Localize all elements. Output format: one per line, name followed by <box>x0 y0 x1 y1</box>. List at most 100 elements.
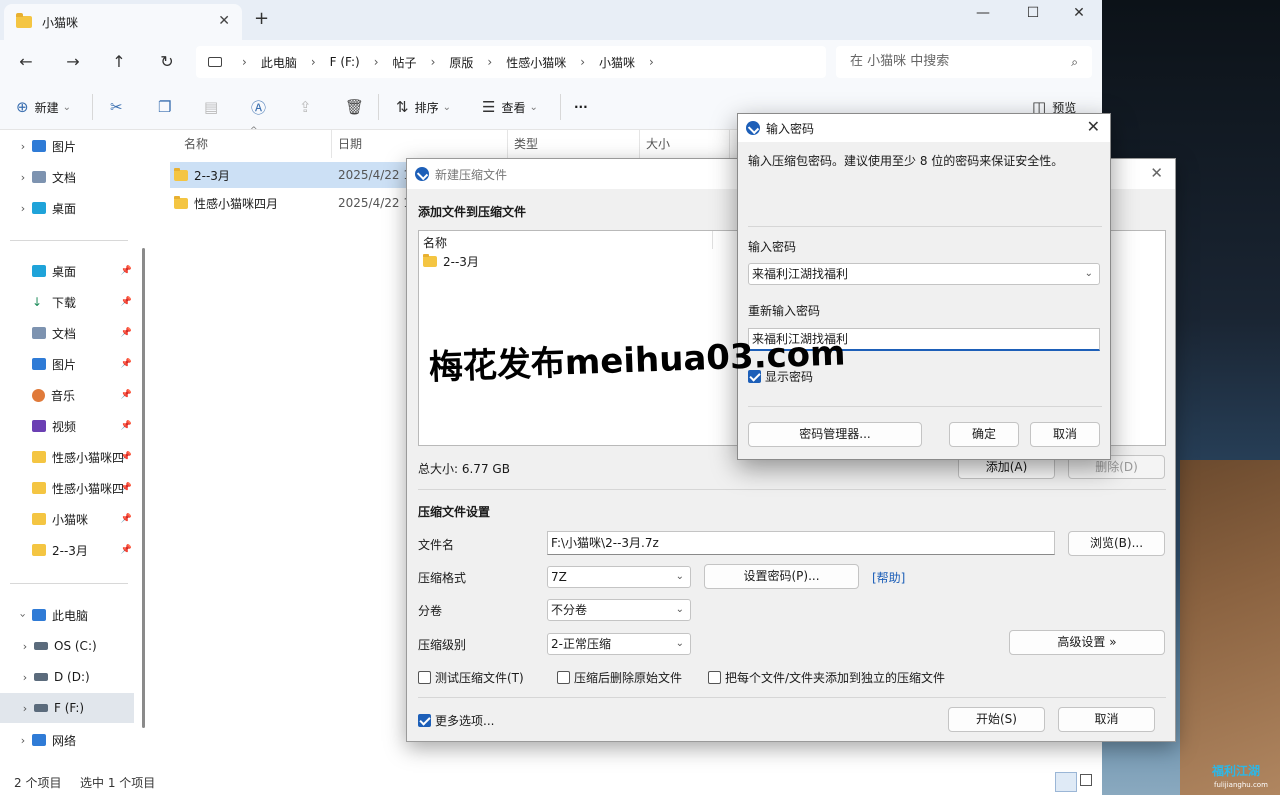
details-view-button[interactable] <box>1055 772 1077 792</box>
advanced-settings-button[interactable]: 高级设置 » <box>1009 630 1165 655</box>
breadcrumb-sexy-kitten[interactable]: 性感小猫咪 <box>506 54 566 71</box>
new-tab-button[interactable]: + <box>254 8 269 29</box>
address-bar[interactable]: › 此电脑 › F (F:) › 帖子 › 原版 › 性感小猫咪 › 小猫咪 › <box>196 46 826 78</box>
breadcrumb-posts[interactable]: 帖子 <box>393 54 417 71</box>
sidebar-item-desktop[interactable]: › 桌面 <box>0 193 140 223</box>
copy-button[interactable]: ❐ <box>158 96 177 118</box>
chevron-right-icon[interactable]: › <box>14 734 32 747</box>
level-select[interactable]: 2-正常压缩 ⌄ <box>547 633 691 655</box>
sidebar-item-quick-pictures[interactable]: 图片 📌 <box>0 349 140 379</box>
chevron-down-icon[interactable]: ⌄ <box>1085 264 1093 284</box>
sidebar-item-music[interactable]: 音乐 📌 <box>0 380 140 410</box>
sidebar-item-drive-d[interactable]: › D (D:) <box>0 662 140 692</box>
paste-button[interactable]: ▤ <box>204 96 224 118</box>
sidebar-item-videos[interactable]: 视频 📌 <box>0 411 140 441</box>
list-column-header[interactable]: 名称 <box>423 234 447 251</box>
chevron-right-icon[interactable]: › <box>16 702 34 715</box>
sidebar-item-this-pc[interactable]: › 此电脑 <box>0 600 140 630</box>
sidebar-item-documents[interactable]: › 文档 <box>0 162 140 192</box>
close-icon[interactable]: ✕ <box>1150 164 1163 182</box>
browse-button[interactable]: 浏览(B)... <box>1068 531 1165 556</box>
new-button[interactable]: ⊕ 新建 ⌄ <box>16 96 71 118</box>
sidebar-scrollbar[interactable] <box>142 248 145 728</box>
chevron-right-icon[interactable]: › <box>14 202 32 215</box>
sidebar-item-folder[interactable]: 性感小猫咪四 📌 <box>0 473 140 503</box>
column-header-date[interactable]: 日期 <box>332 130 508 158</box>
music-icon <box>32 388 45 402</box>
tab-close-icon[interactable]: ✕ <box>218 13 230 29</box>
delete-after-checkbox[interactable]: 压缩后删除原始文件 <box>557 669 682 686</box>
password-manager-button[interactable]: 密码管理器... <box>748 422 922 447</box>
breadcrumb-separator[interactable]: › <box>649 55 654 69</box>
sidebar-item-pictures[interactable]: › 图片 <box>0 131 140 161</box>
test-archive-checkbox[interactable]: 测试压缩文件(T) <box>418 669 524 686</box>
sidebar-item-folder[interactable]: 小猫咪 📌 <box>0 504 140 534</box>
start-button[interactable]: 开始(S) <box>948 707 1045 732</box>
search-icon[interactable]: ⌕ <box>1071 46 1078 78</box>
forward-arrow-icon[interactable]: → <box>61 50 85 74</box>
password-input[interactable]: 来福利江湖找福利 ⌄ <box>748 263 1100 285</box>
sidebar-item-downloads[interactable]: ↓ 下载 📌 <box>0 287 140 317</box>
search-input[interactable]: 在 小猫咪 中搜索 ⌕ <box>836 46 1092 78</box>
large-icons-view-button[interactable] <box>1080 774 1092 786</box>
column-header-type[interactable]: 类型 <box>508 130 640 158</box>
filename-input[interactable]: F:\小猫咪\2--3月.7z <box>547 531 1055 555</box>
up-arrow-icon[interactable]: ↑ <box>107 50 131 74</box>
sidebar-item-quick-desktop[interactable]: 桌面 📌 <box>0 256 140 286</box>
tab-label: 小猫咪 <box>42 15 79 30</box>
column-header-size[interactable]: 大小 <box>640 130 730 158</box>
chevron-right-icon[interactable]: › <box>14 140 32 153</box>
drive-icon <box>34 642 48 650</box>
breadcrumb-separator[interactable]: › <box>487 55 492 69</box>
breadcrumb-separator[interactable]: › <box>580 55 585 69</box>
checkbox-box[interactable] <box>708 671 721 684</box>
checkbox-box[interactable] <box>418 671 431 684</box>
more-options-button[interactable]: ··· <box>574 96 588 118</box>
separate-archives-checkbox[interactable]: 把每个文件/文件夹添加到独立的压缩文件 <box>708 669 945 686</box>
cut-button[interactable]: ✂ <box>110 96 129 118</box>
chevron-down-icon[interactable]: › <box>17 606 30 624</box>
delete-button[interactable]: 🗑 <box>345 96 370 118</box>
rename-button[interactable]: Ⓐ <box>251 96 272 118</box>
breadcrumb-original[interactable]: 原版 <box>449 54 473 71</box>
breadcrumb-drive-f[interactable]: F (F:) <box>330 55 360 69</box>
chevron-right-icon[interactable]: › <box>16 640 34 653</box>
checkbox-box[interactable] <box>557 671 570 684</box>
share-button[interactable]: ⇪ <box>299 96 318 118</box>
ok-button[interactable]: 确定 <box>949 422 1019 447</box>
pin-icon: 📌 <box>120 483 132 493</box>
format-select[interactable]: 7Z ⌄ <box>547 566 691 588</box>
sort-button[interactable]: ⇅ 排序 ⌄ <box>396 96 451 118</box>
breadcrumb-kitten[interactable]: 小猫咪 <box>599 54 635 71</box>
refresh-icon[interactable]: ↻ <box>155 50 179 74</box>
view-button[interactable]: ☰ 查看 ⌄ <box>482 96 538 118</box>
help-link[interactable]: [帮助] <box>872 569 905 586</box>
breadcrumb-this-pc[interactable]: 此电脑 <box>261 54 297 71</box>
sidebar-item-network[interactable]: › 网络 <box>0 725 140 755</box>
folder-icon <box>32 451 46 463</box>
tab-current-folder[interactable]: 小猫咪 ✕ <box>4 4 242 40</box>
set-password-button[interactable]: 设置密码(P)... <box>704 564 859 589</box>
cancel-button[interactable]: 取消 <box>1058 707 1155 732</box>
sidebar-item-folder[interactable]: 2--3月 📌 <box>0 535 140 565</box>
minimize-button[interactable]: — <box>960 4 1006 22</box>
chevron-right-icon[interactable]: › <box>14 171 32 184</box>
chevron-right-icon[interactable]: › <box>16 671 34 684</box>
sidebar-item-folder[interactable]: 性感小猫咪四 📌 <box>0 442 140 472</box>
sidebar-item-drive-f[interactable]: › F (F:) <box>0 693 134 723</box>
sidebar-item-drive-c[interactable]: › OS (C:) <box>0 631 140 661</box>
breadcrumb-separator[interactable]: › <box>374 55 379 69</box>
sidebar-item-quick-documents[interactable]: 文档 📌 <box>0 318 140 348</box>
close-icon[interactable]: ✕ <box>1087 117 1100 136</box>
split-select[interactable]: 不分卷 ⌄ <box>547 599 691 621</box>
more-options-checkbox[interactable]: 更多选项... <box>418 712 494 729</box>
breadcrumb-separator[interactable]: › <box>431 55 436 69</box>
breadcrumb-separator[interactable]: › <box>311 55 316 69</box>
close-window-button[interactable]: ✕ <box>1056 4 1102 22</box>
list-item[interactable]: 2--3月 <box>423 253 479 270</box>
maximize-button[interactable]: ☐ <box>1010 4 1056 22</box>
checkbox-box[interactable] <box>418 714 431 727</box>
cancel-button[interactable]: 取消 <box>1030 422 1100 447</box>
breadcrumb-separator[interactable]: › <box>242 55 247 69</box>
back-arrow-icon[interactable]: ← <box>14 50 38 74</box>
